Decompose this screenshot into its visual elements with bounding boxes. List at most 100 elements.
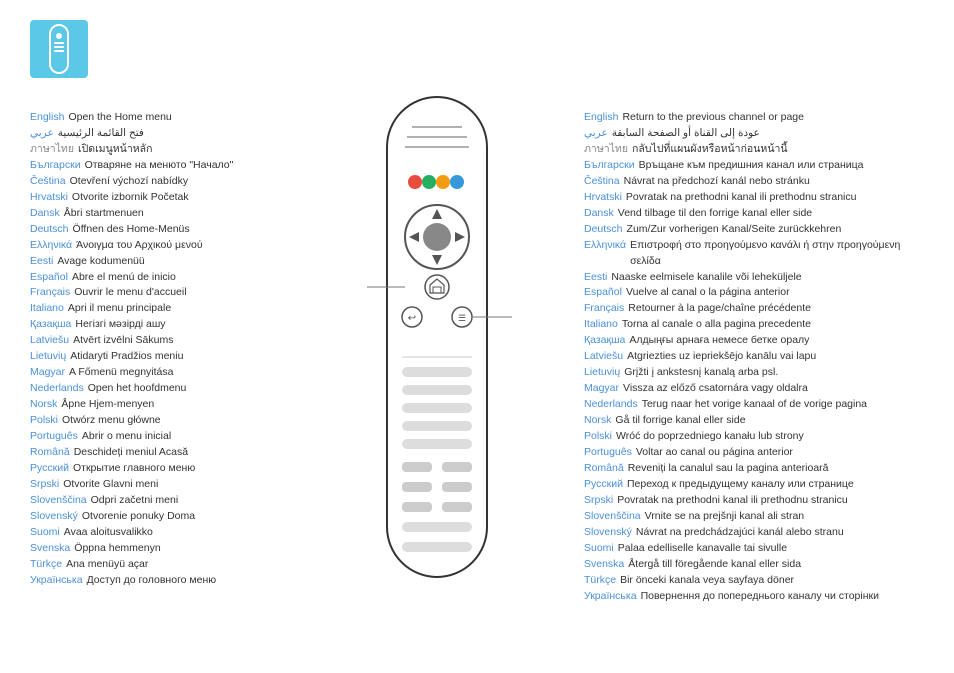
lang-label: Suomi	[584, 541, 614, 557]
lang-description: Reveniți la canalul sau la pagina anteri…	[628, 461, 829, 477]
lang-description: Åbri startmenuen	[64, 206, 144, 222]
lang-label: English	[584, 110, 618, 126]
lang-label: Türkçe	[30, 557, 62, 573]
lang-description: Öppna hemmenyn	[74, 541, 160, 557]
lang-description: Abrir o menu inicial	[82, 429, 171, 445]
lang-label: Русский	[584, 477, 623, 493]
lang-entry: عودة إلى القناة أو الصفحة السابقةعربي	[584, 126, 924, 142]
lang-description: Отваряне на менюто "Начало"	[85, 158, 234, 174]
lang-label: Norsk	[584, 413, 611, 429]
lang-entry: PortuguêsVoltar ao canal ou página anter…	[584, 445, 924, 461]
lang-entry: EnglishReturn to the previous channel or…	[584, 110, 924, 126]
lang-entry: EspañolVuelve al canal o la página anter…	[584, 285, 924, 301]
lang-description: Open het hoofdmenu	[88, 381, 187, 397]
lang-description: Abre el menú de inicio	[72, 270, 176, 286]
lang-label: Italiano	[584, 317, 618, 333]
lang-label: Slovenský	[584, 525, 632, 541]
lang-description: Vrnite se na prejšnji kanal ali stran	[645, 509, 805, 525]
lang-entry: SrpskiOtvorite Glavni meni	[30, 477, 290, 493]
lang-description: Avage kodumenüü	[57, 254, 144, 270]
lang-entry: FrançaisRetourner à la page/chaîne précé…	[584, 301, 924, 317]
lang-label: Lietuvių	[30, 349, 66, 365]
lang-label: Nederlands	[584, 397, 638, 413]
lang-entry: EspañolAbre el menú de inicio	[30, 270, 290, 286]
lang-description: Bir önceki kanala veya sayfaya döner	[620, 573, 794, 589]
lang-entry: DanskÅbri startmenuen	[30, 206, 290, 222]
lang-entry: ČeštinaNávrat na předchozí kanál nebo st…	[584, 174, 924, 190]
lang-label: Srpski	[584, 493, 613, 509]
lang-entry: HrvatskiOtvorite izbornik Početak	[30, 190, 290, 206]
lang-entry: NorskGå til forrige kanal eller side	[584, 413, 924, 429]
lang-entry: RomânăDeschideți meniul Acasă	[30, 445, 290, 461]
lang-entry: ภาษาไทยกลับไปที่แผนผังหรือหน้าก่อนหน้านี…	[584, 142, 924, 158]
lang-entry: LietuviųAtidaryti Pradžios meniu	[30, 349, 290, 365]
lang-entry: ItalianoApri il menu principale	[30, 301, 290, 317]
lang-description: Grįžti į ankstesnį kanalą arba psl.	[624, 365, 778, 381]
lang-entry: NederlandsTerug naar het vorige kanaal o…	[584, 397, 924, 413]
lang-label: Polski	[30, 413, 58, 429]
lang-label: Български	[584, 158, 635, 174]
lang-description: Return to the previous channel or page	[622, 110, 804, 126]
lang-entry: SvenskaÖppna hemmenyn	[30, 541, 290, 557]
lang-label: Čeština	[584, 174, 620, 190]
lang-label: Ελληνικά	[584, 238, 626, 254]
lang-label: Українська	[30, 573, 83, 589]
lang-label: Қазақша	[30, 317, 71, 333]
lang-description: Palaa edelliselle kanavalle tai sivulle	[618, 541, 787, 557]
lang-label: Română	[30, 445, 70, 461]
lang-label: ภาษาไทย	[30, 142, 74, 158]
lang-label: Español	[30, 270, 68, 286]
remote-icon-box	[30, 20, 88, 78]
lang-entry: EestiNaaske eelmisele kanalile või lehek…	[584, 270, 924, 286]
lang-label: Suomi	[30, 525, 60, 541]
lang-entry: ČeštinaOtevření výchozí nabídky	[30, 174, 290, 190]
right-entries: EnglishReturn to the previous channel or…	[584, 110, 924, 605]
lang-description: Zum/Zur vorherigen Kanal/Seite zurückkeh…	[627, 222, 842, 238]
lang-entry: SrpskiPovratak na prethodni kanal ili pr…	[584, 493, 924, 509]
lang-label: Українська	[584, 589, 637, 605]
lang-entry: SlovenskýOtvorenie ponuky Doma	[30, 509, 290, 525]
lang-entry: ItalianoTorna al canale o alla pagina pr…	[584, 317, 924, 333]
lang-description: Переход к предыдущему каналу или страниц…	[627, 477, 854, 493]
lang-entry: SlovenskýNávrat na predchádzajúci kanál …	[584, 525, 924, 541]
lang-entry: УкраїнськаДоступ до головного меню	[30, 573, 290, 589]
page-container: EnglishOpen the Home menuفتح القائمة الر…	[0, 0, 954, 673]
lang-label: Svenska	[584, 557, 624, 573]
remote-diagram: ↩ ☰	[357, 87, 517, 587]
lang-description: เปิดเมนูหน้าหลัก	[78, 142, 152, 158]
lang-label: Norsk	[30, 397, 57, 413]
lang-entry: DanskVend tilbage til den forrige kanal …	[584, 206, 924, 222]
lang-description: Повернення до попереднього каналу чи сто…	[641, 589, 879, 605]
lang-label: Português	[30, 429, 78, 445]
lang-label: Polski	[584, 429, 612, 445]
lang-description: Wróć do poprzedniego kanału lub strony	[616, 429, 804, 445]
right-column: EnglishReturn to the previous channel or…	[584, 100, 924, 653]
lang-description: Otevření výchozí nabídky	[70, 174, 188, 190]
lang-label: Dansk	[584, 206, 614, 222]
svg-text:↩: ↩	[408, 313, 416, 324]
lang-label: Hrvatski	[584, 190, 622, 206]
lang-description: Негізгі мәзірді ашу	[75, 317, 165, 333]
lang-label: Latviešu	[584, 349, 623, 365]
lang-entry: FrançaisOuvrir le menu d'accueil	[30, 285, 290, 301]
lang-entry: EestiAvage kodumenüü	[30, 254, 290, 270]
remote-center: ↩ ☰	[290, 20, 584, 653]
lang-entry: LietuviųGrįžti į ankstesnį kanalą arba p…	[584, 365, 924, 381]
lang-description: Open the Home menu	[68, 110, 171, 126]
lang-label: Eesti	[30, 254, 53, 270]
lang-label: Magyar	[584, 381, 619, 397]
lang-entry: RomânăReveniți la canalul sau la pagina …	[584, 461, 924, 477]
lang-label: Latviešu	[30, 333, 69, 349]
lang-entry: EnglishOpen the Home menu	[30, 110, 290, 126]
lang-entry: БългарскиВръщане към предишния канал или…	[584, 158, 924, 174]
lang-label: Hrvatski	[30, 190, 68, 206]
lang-description: فتح القائمة الرئيسية	[58, 126, 144, 142]
lang-label: Slovenský	[30, 509, 78, 525]
lang-entry: DeutschZum/Zur vorherigen Kanal/Seite zu…	[584, 222, 924, 238]
lang-label: Română	[584, 461, 624, 477]
lang-entry: PolskiOtwórz menu główne	[30, 413, 290, 429]
lang-entry: NederlandsOpen het hoofdmenu	[30, 381, 290, 397]
lang-label: عربي	[584, 126, 608, 142]
lang-entry: PolskiWróć do poprzedniego kanału lub st…	[584, 429, 924, 445]
lang-label: Nederlands	[30, 381, 84, 397]
